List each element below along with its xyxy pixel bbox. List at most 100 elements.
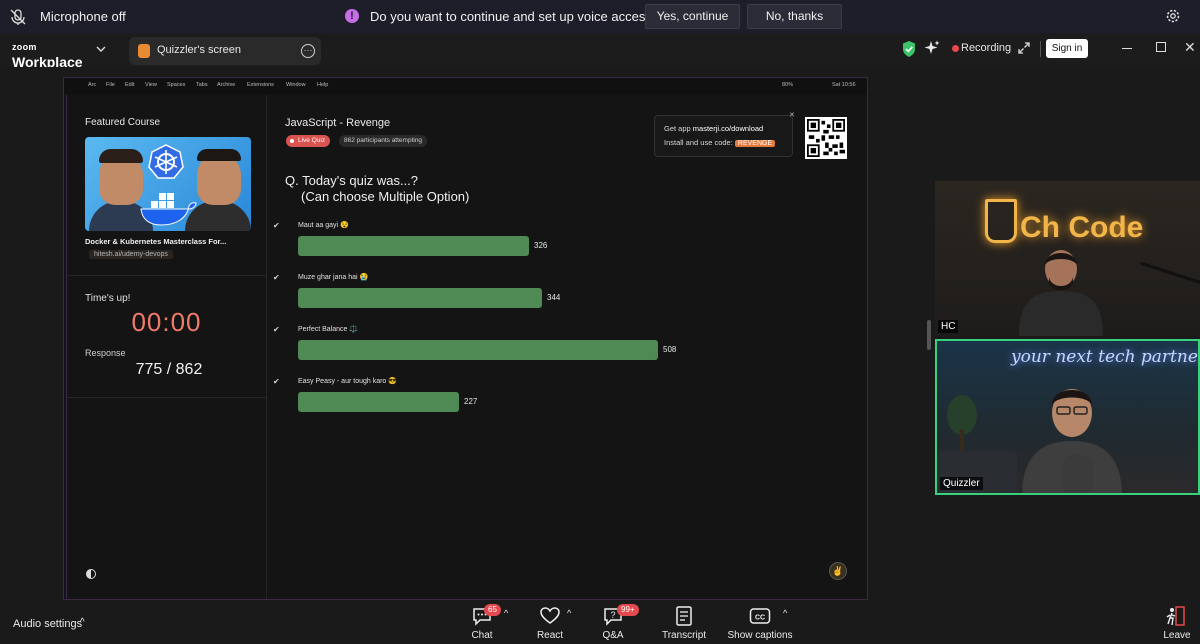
course-thumbnail[interactable] xyxy=(85,137,251,231)
video-tile-hc[interactable]: Ch Code HC xyxy=(935,181,1200,336)
live-quiz-badge: Live Quiz xyxy=(286,135,331,147)
minimize-icon[interactable] xyxy=(1122,48,1132,49)
option-text: Perfect Balance ⚖️ xyxy=(298,326,359,333)
check-icon: ✔ xyxy=(273,221,280,230)
heart-icon xyxy=(540,607,560,624)
zoom-title-bar: zoom Workplace Quizzler's screen ··· Rec… xyxy=(0,33,1200,70)
quiz-option: ✔ Easy Peasy - aur tough karo 😎 227 xyxy=(273,375,873,419)
promo-text: Install and use code: xyxy=(664,138,735,147)
svg-text:?: ? xyxy=(610,610,615,620)
result-bar xyxy=(298,392,459,412)
divider xyxy=(1040,41,1041,57)
check-icon: ✔ xyxy=(273,273,280,282)
mac-menu-item: Help xyxy=(317,82,329,88)
quiz-sidebar: Featured Course Docker & Kubernetes Mast… xyxy=(67,95,267,599)
option-text: Muze ghar jana hai 😭 xyxy=(298,274,369,281)
promo-code: REVENGE xyxy=(734,140,776,147)
participant-name: Quizzler xyxy=(940,477,983,490)
mac-menu-item: Extensions xyxy=(247,82,274,88)
chevron-up-icon[interactable]: ^ xyxy=(567,608,571,618)
promo-text: Get app xyxy=(664,124,693,133)
option-text: Easy Peasy - aur tough karo 😎 xyxy=(298,378,397,385)
transcript-label: Transcript xyxy=(661,630,707,641)
video-tile-quizzler[interactable]: your next tech partner Quizzler xyxy=(935,339,1200,495)
chevron-down-icon[interactable] xyxy=(96,44,106,54)
kubernetes-logo-icon xyxy=(148,144,184,179)
vote-count: 508 xyxy=(663,345,677,354)
quiz-option: ✔ Maut aa gayi 😵 326 xyxy=(273,219,873,263)
mac-menu-item: Window xyxy=(286,82,306,88)
quiz-question: Q. Today's quiz was...? (Can choose Mult… xyxy=(285,173,469,205)
tab-shared-screen[interactable]: Quizzler's screen ··· xyxy=(129,37,321,65)
mac-menu-item: Arc xyxy=(88,82,97,88)
close-icon[interactable]: ✕ xyxy=(789,111,795,119)
expand-icon[interactable] xyxy=(1018,42,1030,54)
mac-menu-bar: Arc File Edit View Spaces Tabs Archive E… xyxy=(64,78,867,94)
quiz-app: Featured Course Docker & Kubernetes Mast… xyxy=(66,95,867,599)
chevron-up-icon[interactable]: ^ xyxy=(783,608,787,618)
shield-check-icon[interactable] xyxy=(902,41,916,57)
sign-in-button[interactable]: Sign in xyxy=(1046,39,1088,58)
response-label: Response xyxy=(85,348,126,358)
theme-toggle-icon[interactable] xyxy=(86,569,96,579)
leave-icon xyxy=(1166,606,1185,626)
chevron-up-icon[interactable]: ^ xyxy=(504,608,508,618)
zoom-workplace-logo[interactable]: zoom Workplace xyxy=(12,38,83,70)
qr-code-icon xyxy=(805,117,847,159)
quiz-title: JavaScript - Revenge xyxy=(285,117,391,129)
audio-settings-button[interactable]: Audio settings xyxy=(13,618,82,630)
transcript-button[interactable]: Transcript xyxy=(660,606,708,641)
result-bar xyxy=(298,236,529,256)
maximize-icon[interactable] xyxy=(1156,42,1166,52)
participant-video xyxy=(1019,250,1103,336)
chat-badge: 65 xyxy=(484,604,501,616)
docker-logo-icon xyxy=(140,193,197,226)
vote-count: 344 xyxy=(547,293,561,302)
clock-text: Sat 10:56 xyxy=(832,82,856,88)
voice-access-banner: Microphone off ! Do you want to continue… xyxy=(0,0,1200,33)
emoji-reaction-icon[interactable]: ✌ xyxy=(829,562,847,580)
more-options-icon[interactable]: ··· xyxy=(301,44,315,58)
quiz-option: ✔ Muze ghar jana hai 😭 344 xyxy=(273,271,873,315)
option-text: Maut aa gayi 😵 xyxy=(298,222,349,229)
mac-menu-item: Edit xyxy=(125,82,135,88)
shared-screen: Arc File Edit View Spaces Tabs Archive E… xyxy=(63,77,868,600)
neon-sign-text: your next tech partner xyxy=(1011,347,1200,367)
download-link[interactable]: masterji.co/download xyxy=(693,124,763,133)
chat-label: Chat xyxy=(471,630,493,641)
featured-course-heading: Featured Course xyxy=(85,117,161,128)
yes-continue-button[interactable]: Yes, continue xyxy=(645,4,740,29)
chevron-up-icon[interactable]: ^ xyxy=(80,617,85,628)
share-area: Arc File Edit View Spaces Tabs Archive E… xyxy=(0,67,1200,602)
qa-label: Q&A xyxy=(602,630,624,641)
share-screen-icon xyxy=(138,44,150,58)
participants-badge: 862 participants attempting xyxy=(339,135,428,147)
panel-resize-handle[interactable] xyxy=(927,320,931,350)
question-text: Q. Today's quiz was...? xyxy=(285,173,419,188)
transcript-icon xyxy=(676,606,692,626)
leave-button[interactable]: Leave xyxy=(1160,606,1194,641)
course-link[interactable]: hitesh.ai/udemy-devops xyxy=(89,250,173,259)
close-icon[interactable]: ✕ xyxy=(1184,40,1196,54)
result-bar xyxy=(298,340,658,360)
ai-companion-icon[interactable] xyxy=(924,40,940,56)
participant-name: HC xyxy=(938,320,959,333)
quiz-option: ✔ Perfect Balance ⚖️ 508 xyxy=(273,323,873,367)
recording-status[interactable]: Recording xyxy=(961,42,1011,54)
countdown-timer: 00:00 xyxy=(131,307,202,337)
promo-card: Get app masterji.co/download Install and… xyxy=(654,115,793,157)
meeting-toolbar: Audio settings ^ Chat 65 ^ React ^ ? Q&A… xyxy=(0,602,1200,644)
no-thanks-button[interactable]: No, thanks xyxy=(747,4,842,29)
react-button[interactable]: React xyxy=(536,606,564,641)
zoom-window: Microphone off ! Do you want to continue… xyxy=(0,0,1200,644)
plant-decoration xyxy=(947,395,977,451)
mac-menu-item: View xyxy=(145,82,157,88)
microphone-off-icon[interactable] xyxy=(8,7,28,27)
battery-text: 80% xyxy=(782,82,794,88)
gear-icon[interactable] xyxy=(1165,8,1181,24)
response-count: 775 / 862 xyxy=(135,361,203,378)
tab-label: Quizzler's screen xyxy=(157,44,242,56)
divider xyxy=(67,397,266,398)
recording-dot-icon xyxy=(952,45,959,52)
mac-menu-item: Spaces xyxy=(167,82,186,88)
